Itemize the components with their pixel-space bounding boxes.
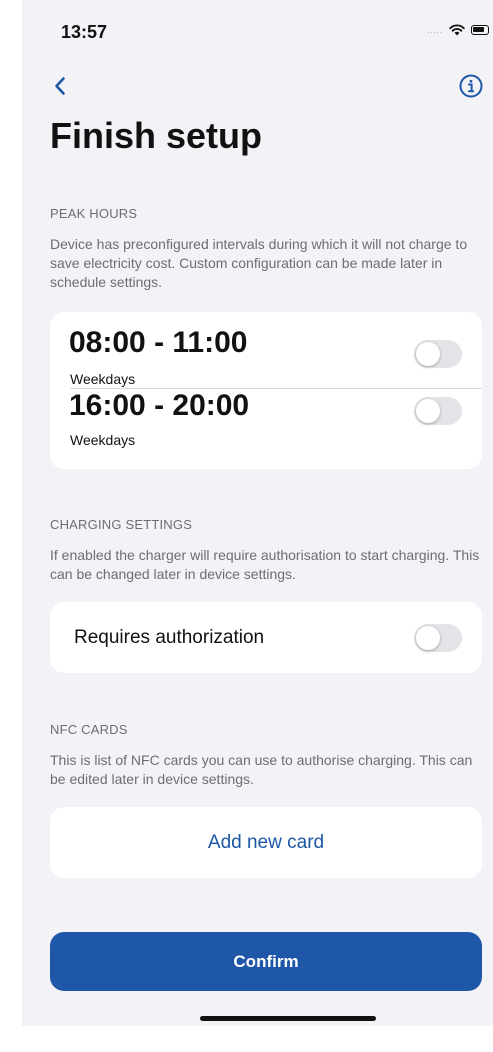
signal-icon: ..... <box>426 25 443 35</box>
add-new-card-button[interactable]: Add new card <box>50 807 482 878</box>
toggle-knob <box>416 399 440 423</box>
toggle-knob <box>416 342 440 366</box>
info-circle-icon[interactable] <box>459 74 483 98</box>
back-button[interactable] <box>48 72 72 100</box>
peak-interval-toggle[interactable] <box>414 397 462 425</box>
peak-hours-card: 08:00 - 11:00 Weekdays 16:00 - 20:00 Wee… <box>50 312 482 469</box>
status-bar: 13:57 ..... <box>22 0 493 60</box>
peak-interval-row: 08:00 - 11:00 Weekdays <box>50 312 482 388</box>
nfc-cards-header: NFC CARDS <box>50 722 128 737</box>
peak-interval-toggle[interactable] <box>414 340 462 368</box>
peak-interval-time: 16:00 - 20:00 <box>69 389 250 422</box>
confirm-button[interactable]: Confirm <box>50 932 482 991</box>
app-screen: 13:57 ..... Finish setup PEAK HOURS Devi… <box>22 0 493 1026</box>
nfc-cards-description: This is list of NFC cards you can use to… <box>50 752 473 787</box>
peak-hours-description: Device has preconfigured intervals durin… <box>50 236 468 290</box>
home-indicator <box>200 1016 376 1021</box>
requires-authorization-toggle[interactable] <box>414 624 462 652</box>
requires-authorization-label: Requires authorization <box>74 627 265 648</box>
toggle-knob <box>416 626 440 650</box>
charging-settings-description: If enabled the charger will require auth… <box>50 547 480 582</box>
wifi-icon <box>449 24 465 36</box>
peak-interval-days: Weekdays <box>70 371 136 387</box>
peak-interval-row: 16:00 - 20:00 Weekdays <box>50 389 482 465</box>
requires-authorization-row: Requires authorization <box>50 602 482 673</box>
peak-hours-header: PEAK HOURS <box>50 206 138 221</box>
page-title: Finish setup <box>50 115 263 156</box>
peak-interval-days: Weekdays <box>70 432 136 448</box>
charging-settings-header: CHARGING SETTINGS <box>50 517 193 532</box>
chevron-left-icon <box>55 77 65 95</box>
status-icons: ..... <box>427 24 489 36</box>
status-time: 13:57 <box>61 22 108 42</box>
battery-icon <box>471 25 489 35</box>
peak-interval-time: 08:00 - 11:00 <box>69 326 248 359</box>
add-new-card-label: Add new card <box>207 831 325 853</box>
